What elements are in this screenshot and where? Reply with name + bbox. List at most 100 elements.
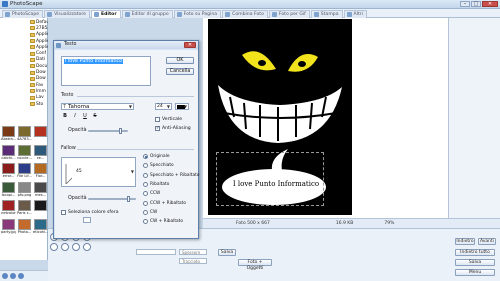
redo-button[interactable]: Avanti bbox=[478, 238, 496, 245]
back-icon[interactable] bbox=[2, 273, 8, 279]
save-button-right[interactable]: Salva bbox=[455, 259, 495, 266]
bubble-text[interactable]: I love Punto Informatico bbox=[208, 180, 344, 188]
orientation-option[interactable]: Originale bbox=[143, 154, 169, 159]
undo-all-button[interactable]: Indietro tutto bbox=[455, 249, 495, 256]
bold-button[interactable]: B bbox=[62, 113, 68, 119]
orientation-option[interactable]: CW + Ribaltato bbox=[143, 219, 183, 225]
tab-altri[interactable]: Altri bbox=[343, 10, 367, 18]
thumbnail[interactable]: Abstra... bbox=[1, 126, 16, 144]
shadow-opacity-slider-knob[interactable] bbox=[127, 196, 131, 202]
orientation-option[interactable]: CCW bbox=[143, 191, 160, 197]
ok-button[interactable]: OK bbox=[166, 57, 194, 64]
thumbnail[interactable]: Photo... bbox=[17, 218, 32, 237]
field-tracciato[interactable]: Tracciato bbox=[179, 258, 207, 264]
thumbnail[interactable]: error... bbox=[1, 163, 16, 181]
radio-button[interactable] bbox=[143, 181, 148, 187]
tab-foto-su-pagina[interactable]: Foto su Pagina bbox=[173, 10, 222, 18]
arrow-tool-icon[interactable] bbox=[50, 243, 58, 251]
select-color-checkbox-row[interactable]: Seleziona colore sfera bbox=[61, 210, 119, 215]
menu-button[interactable]: Menu bbox=[455, 269, 495, 276]
shadow-opacity-label: Opacità bbox=[68, 196, 87, 201]
dialog-close-button[interactable]: ✕ bbox=[184, 42, 196, 48]
field-spessore[interactable]: Spessore bbox=[179, 249, 207, 255]
orientation-option[interactable]: CCW + Ribaltato bbox=[143, 200, 186, 206]
photo-objects-button[interactable]: Foto + Oggetti bbox=[238, 259, 272, 271]
tree-item-label: Imm bbox=[36, 88, 46, 94]
close-button[interactable]: ✕ bbox=[482, 1, 498, 7]
radio-button[interactable] bbox=[143, 191, 148, 197]
thumbnail[interactable]: cuccie... bbox=[17, 144, 32, 163]
thumbnail[interactable]: pfo.png bbox=[17, 181, 32, 200]
orientation-label: Originale bbox=[150, 154, 170, 159]
line-tool-icon[interactable] bbox=[61, 243, 69, 251]
opacity-slider-knob[interactable] bbox=[118, 128, 122, 134]
select-color-checkbox[interactable] bbox=[61, 210, 66, 215]
image-tool-icon[interactable] bbox=[83, 243, 91, 251]
underline-button[interactable]: U bbox=[82, 113, 88, 119]
antialias-checkbox-row[interactable]: ✓ Anti-Aliasing bbox=[155, 126, 191, 131]
sphere-color-stepper[interactable] bbox=[83, 217, 91, 223]
strikethrough-button[interactable]: S bbox=[92, 113, 98, 119]
font-size-select[interactable]: 24 ▼ bbox=[155, 103, 172, 110]
radio-button[interactable] bbox=[143, 172, 148, 178]
navigation-bar bbox=[0, 270, 48, 281]
thumbnail[interactable] bbox=[33, 126, 48, 144]
radio-button[interactable] bbox=[143, 209, 148, 215]
tab-visualizzatore[interactable]: Visualizzatore bbox=[44, 10, 90, 18]
radio-button[interactable] bbox=[143, 219, 148, 225]
color-field[interactable] bbox=[136, 249, 176, 255]
vertical-checkbox-row[interactable]: Verticale bbox=[155, 117, 182, 122]
forward-icon[interactable] bbox=[10, 273, 16, 279]
italic-button[interactable]: I bbox=[72, 113, 78, 119]
radio-button[interactable] bbox=[143, 154, 148, 159]
radio-button[interactable] bbox=[143, 200, 148, 206]
thumbnail[interactable]: Paris c... bbox=[17, 200, 32, 218]
thumbnail[interactable]: party.jpg bbox=[1, 218, 16, 237]
orientation-option[interactable]: Specchiato bbox=[143, 163, 174, 169]
thumbnail[interactable]: File Lif... bbox=[17, 163, 32, 181]
tab-editor[interactable]: Editor bbox=[90, 10, 121, 18]
save-button[interactable]: Salva bbox=[218, 249, 236, 256]
thumbnail-label: ce... bbox=[36, 155, 45, 160]
shadow-opacity-slider[interactable] bbox=[88, 196, 136, 202]
text-selection-box[interactable] bbox=[216, 152, 324, 206]
antialias-checkbox[interactable]: ✓ bbox=[155, 126, 160, 131]
thumbnail[interactable] bbox=[33, 200, 48, 218]
orientation-option[interactable]: Specchiato + Ribaltato bbox=[143, 172, 199, 178]
maximize-button[interactable]: □ bbox=[471, 1, 481, 7]
vertical-checkbox[interactable] bbox=[155, 117, 160, 122]
tab-foto-per-gif[interactable]: Foto per Gif bbox=[268, 10, 310, 18]
text-input[interactable]: I love Punto Informatico bbox=[61, 56, 151, 86]
tab-photoscape[interactable]: PhotoScape bbox=[2, 10, 44, 18]
cancel-button[interactable]: Cancella bbox=[166, 68, 194, 75]
tab-editor-di-gruppo[interactable]: Editor di gruppo bbox=[121, 10, 173, 18]
tree-item[interactable]: Sto bbox=[30, 101, 48, 107]
tab-label: Visualizzatore bbox=[54, 12, 86, 17]
tab-combina-foto[interactable]: Combina Foto bbox=[222, 10, 268, 18]
zoom-text[interactable]: 79% bbox=[381, 221, 397, 226]
undo-button[interactable]: Indietro bbox=[455, 238, 475, 245]
thumbnail[interactable]: catchi... bbox=[1, 144, 16, 163]
up-icon[interactable] bbox=[18, 273, 24, 279]
thumbnail-label: pfo.png bbox=[17, 192, 32, 197]
photo-canvas[interactable]: I love Punto Informatico bbox=[208, 19, 352, 215]
thumbnail[interactable]: Iscopi... bbox=[1, 181, 16, 200]
shadow-preview[interactable]: 45 ▼ bbox=[61, 157, 136, 187]
orientation-option[interactable]: Ribaltato bbox=[143, 181, 169, 187]
text-color-picker[interactable]: ▼ bbox=[175, 103, 189, 110]
minimize-button[interactable]: – bbox=[460, 1, 470, 7]
thumbnail[interactable]: ce... bbox=[33, 144, 48, 163]
opacity-slider[interactable] bbox=[88, 128, 128, 134]
thumbnail[interactable]: mes... bbox=[33, 181, 48, 200]
text-tool-icon[interactable] bbox=[72, 243, 80, 251]
thumbnail[interactable]: Flor... bbox=[33, 163, 48, 181]
font-select[interactable]: T Tahoma ▼ bbox=[61, 103, 134, 110]
radio-button[interactable] bbox=[143, 163, 148, 169]
folder-tree[interactable]: Defaul27B5.tmApplicatiApplicatApplicaziC… bbox=[0, 18, 48, 115]
thumbnail[interactable]: netcolor bbox=[1, 200, 16, 218]
tab-stampa[interactable]: Stampa bbox=[310, 10, 343, 18]
orientation-option[interactable]: CW bbox=[143, 209, 157, 215]
thumbnail[interactable]: 4A763... bbox=[17, 126, 32, 144]
thumbnail[interactable]: eticohi... bbox=[33, 218, 48, 237]
truetype-icon: T bbox=[63, 104, 67, 110]
